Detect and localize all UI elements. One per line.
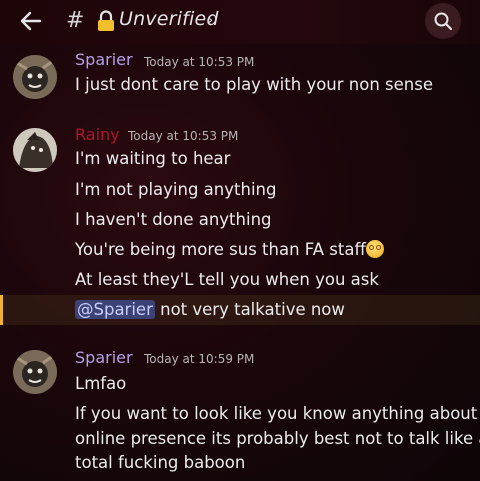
channel-header: # Unverified › [0,0,480,44]
author-name[interactable]: Rainy [75,125,120,144]
search-button[interactable] [425,3,461,39]
back-button[interactable] [14,6,48,36]
author-label[interactable]: Sparier [75,50,133,69]
message-text: I'm waiting to hear [75,149,231,168]
mention-highlight-edge [0,295,3,325]
message-text: total fucking baboon [75,453,246,472]
channel-name[interactable]: Unverified [119,8,219,30]
message-text-content: You're being more sus than FA staff [75,240,366,259]
channel-hash-icon: # [66,8,85,33]
message-text: I just dont care to play with your non s… [75,75,433,94]
arrow-left-icon [20,11,42,31]
message-text: I haven't done anything [75,210,272,229]
message-text: You're being more sus than FA staff [75,240,384,259]
user-mention[interactable]: @Sparier [75,300,155,319]
chevron-right-icon[interactable]: › [207,10,213,29]
message-timestamp: Today at 10:59 PM [144,352,255,366]
author-name[interactable]: Sparier [75,348,133,367]
author-label[interactable]: Rainy [75,125,120,144]
author-name[interactable]: Sparier [75,50,133,69]
lock-icon [98,10,114,31]
flushed-emoji-icon [365,240,384,258]
message-text-content: not very talkative now [154,300,345,319]
message-text: @Sparier not very talkative now [75,300,345,319]
author-label[interactable]: Sparier [75,348,133,367]
search-icon [434,12,453,31]
avatar[interactable] [13,55,57,99]
message-timestamp: Today at 10:53 PM [128,129,239,143]
message-timestamp: Today at 10:53 PM [144,55,255,69]
message-text: online presence its probably best not to… [75,429,480,448]
message-text: If you want to look like you know anythi… [75,404,478,423]
message-text: Lmfao [75,374,127,393]
avatar[interactable] [13,128,57,172]
message-text: I'm not playing anything [75,180,277,199]
message-text: At least they'L tell you when you ask [75,270,379,289]
avatar[interactable] [13,350,57,394]
